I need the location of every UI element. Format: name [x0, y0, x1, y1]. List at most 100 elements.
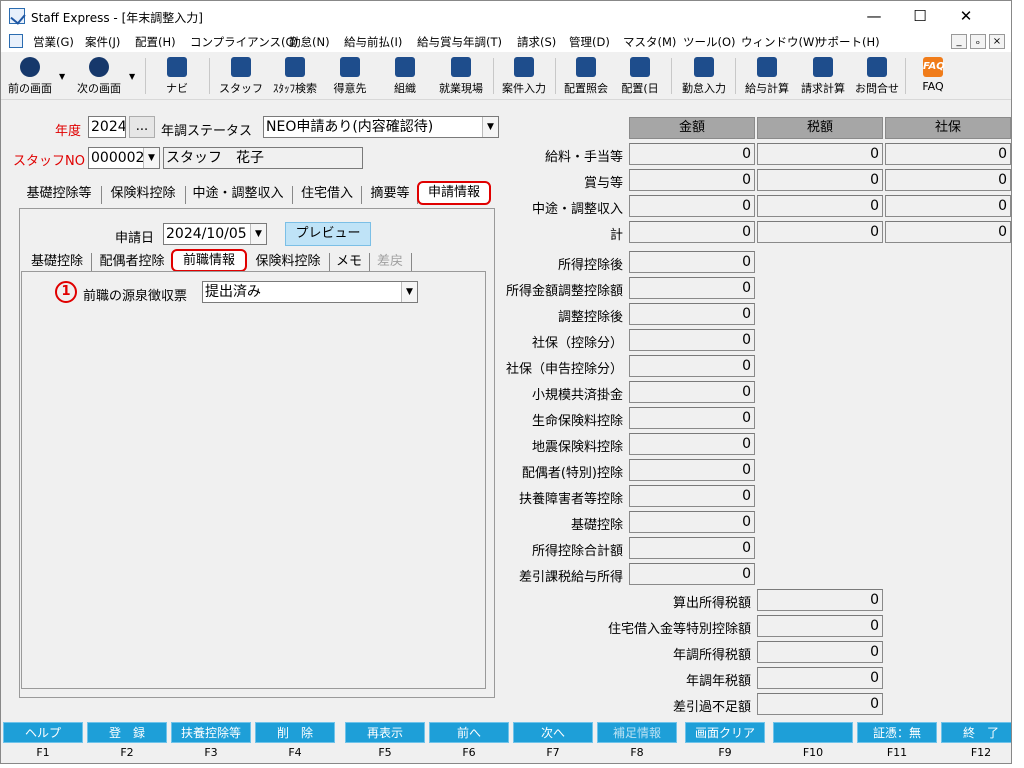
client-button[interactable]: 得意先: [327, 54, 373, 98]
child-restore-button[interactable]: ₒ: [970, 34, 986, 49]
salary-calc-button[interactable]: 給与計算: [741, 54, 793, 98]
row-label: 差引課税給与所得: [518, 570, 623, 585]
case-input-button[interactable]: 案件入力: [497, 54, 551, 98]
fkey-f6-button[interactable]: 前へ: [429, 722, 509, 743]
tab-midyear-income[interactable]: 中途・調整収入: [187, 183, 289, 205]
fkey-label: F12: [970, 746, 992, 759]
child-close-button[interactable]: ×: [989, 34, 1005, 49]
year-input[interactable]: 2024: [88, 116, 126, 138]
fkey-f2-button[interactable]: 登 録: [87, 722, 167, 743]
menu-master[interactable]: マスタ(M): [623, 34, 676, 50]
next-button[interactable]: 次の画面: [73, 54, 125, 98]
attendance-input-button[interactable]: 勤怠入力: [677, 54, 731, 98]
menu-assign[interactable]: 配置(H): [135, 34, 176, 50]
chevron-down-icon: ▼: [143, 148, 159, 168]
subtab-basic[interactable]: 基礎控除: [25, 251, 89, 273]
toolbar-separator: [493, 58, 494, 94]
app-icon: [9, 8, 25, 24]
tab-summary[interactable]: 摘要等: [365, 183, 415, 205]
assign-day-button[interactable]: 配置(日: [615, 54, 665, 98]
previous-job-panel: [21, 271, 486, 689]
staff-search-button[interactable]: ｽﾀｯﾌ検索: [267, 54, 323, 98]
value-cell: 0: [629, 433, 755, 455]
menu-sales[interactable]: 営業(G): [33, 34, 74, 50]
menu-payroll[interactable]: 給与賞与年調(T): [417, 34, 502, 50]
row-label: 差引過不足額: [672, 700, 751, 715]
subtab-memo[interactable]: メモ: [331, 251, 367, 273]
staff-no-select[interactable]: 000002 ▼: [88, 147, 160, 169]
tab-insurance[interactable]: 保険料控除: [103, 183, 183, 205]
navi-icon: [167, 57, 187, 77]
menu-advance-pay[interactable]: 給与前払(I): [344, 34, 402, 50]
row-label: 計: [609, 228, 623, 243]
toolbar-separator: [555, 58, 556, 94]
menu-attendance[interactable]: 勤怠(N): [289, 34, 330, 50]
child-window-icon: [9, 34, 23, 48]
value-cell: 0: [757, 143, 883, 165]
menu-support[interactable]: サポート(H): [816, 34, 880, 50]
close-button[interactable]: ✕: [943, 1, 989, 31]
back-dropdown-icon[interactable]: ▼: [59, 72, 65, 81]
inquiry-button[interactable]: お問合せ: [853, 54, 901, 98]
row-label: 所得控除合計額: [531, 544, 623, 559]
staff-button[interactable]: スタッフ: [219, 54, 263, 98]
assign-query-icon: [576, 57, 596, 77]
previous-withholding-select[interactable]: 提出済み ▼: [202, 281, 418, 303]
tab-separator: [369, 253, 370, 271]
apply-date-input[interactable]: 2024/10/05 ▼: [163, 223, 267, 245]
toolbar-separator: [209, 58, 210, 94]
row-label: 社保（申告控除分）: [505, 362, 623, 377]
bill-calc-button[interactable]: 請求計算: [797, 54, 849, 98]
fkey-f9-button[interactable]: 画面クリア: [685, 722, 765, 743]
minimize-button[interactable]: —: [851, 1, 897, 31]
site-button[interactable]: 就業現場: [433, 54, 489, 98]
subtab-spouse[interactable]: 配偶者控除: [93, 251, 171, 273]
child-minimize-button[interactable]: _: [951, 34, 967, 49]
menu-compliance[interactable]: コンプライアンス(C): [190, 34, 298, 50]
fkey-f1-button[interactable]: ヘルプ: [3, 722, 83, 743]
value-cell: 0: [757, 641, 883, 663]
menu-billing[interactable]: 請求(S): [517, 34, 556, 50]
assign-query-button[interactable]: 配置照会: [559, 54, 613, 98]
back-button[interactable]: 前の画面: [5, 54, 55, 98]
previous-withholding-label: 前職の源泉徴収票: [83, 289, 188, 304]
year-picker-button[interactable]: ...: [129, 116, 155, 138]
org-button[interactable]: 組織: [385, 54, 425, 98]
tab-separator: [185, 186, 186, 204]
preview-button[interactable]: プレビュー: [285, 222, 371, 246]
fkey-f8-button[interactable]: 補足情報: [597, 722, 677, 743]
next-dropdown-icon[interactable]: ▼: [129, 72, 135, 81]
fkey-f5-button[interactable]: 再表示: [345, 722, 425, 743]
menu-bar: 営業(G) 案件(J) 配置(H) コンプライアンス(C) 勤怠(N) 給与前払…: [1, 31, 1011, 52]
subtab-previous-job[interactable]: 前職情報: [171, 249, 247, 272]
tab-separator: [361, 186, 362, 204]
attendance-icon: [694, 57, 714, 77]
fkey-label: F5: [378, 746, 392, 759]
fkey-f11-button[interactable]: 証憑：無: [857, 722, 937, 743]
year-label: 年度: [55, 124, 82, 139]
faq-button[interactable]: FAQ FAQ: [913, 54, 953, 98]
fkey-f4-button[interactable]: 削 除: [255, 722, 335, 743]
fkey-f3-button[interactable]: 扶養控除等: [171, 722, 251, 743]
row-label: 賞与等: [583, 176, 623, 191]
menu-tools[interactable]: ツール(O): [683, 34, 736, 50]
value-cell: 0: [629, 407, 755, 429]
fkey-f10-button[interactable]: [773, 722, 853, 743]
value-cell: 0: [629, 303, 755, 325]
navi-button[interactable]: ナビ: [157, 54, 197, 98]
status-select[interactable]: NEO申請あり(内容確認待) ▼: [263, 116, 499, 138]
row-label: 地震保険料控除: [531, 440, 623, 455]
fkey-f12-button[interactable]: 終 了: [941, 722, 1011, 743]
row-label: 配偶者(特別)控除: [521, 466, 623, 481]
tab-housing-loan[interactable]: 住宅借入: [295, 183, 359, 205]
row-label: 給料・手当等: [544, 150, 623, 165]
row-label: 基礎控除: [570, 518, 623, 533]
subtab-insurance[interactable]: 保険料控除: [249, 251, 327, 273]
menu-case[interactable]: 案件(J): [85, 34, 120, 50]
forward-arrow-icon: [89, 57, 109, 77]
tab-basic-deductions[interactable]: 基礎控除等: [19, 183, 99, 205]
menu-admin[interactable]: 管理(D): [569, 34, 610, 50]
maximize-button[interactable]: ☐: [897, 1, 943, 31]
menu-window[interactable]: ウィンドウ(W): [741, 34, 819, 50]
fkey-f7-button[interactable]: 次へ: [513, 722, 593, 743]
